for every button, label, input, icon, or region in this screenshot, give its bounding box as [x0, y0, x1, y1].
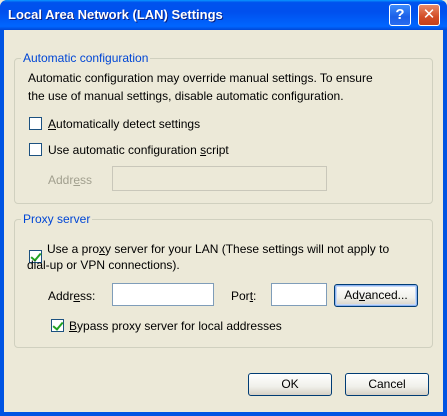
- close-icon: ✕: [422, 6, 436, 23]
- script-address-input[interactable]: [112, 166, 327, 191]
- auto-config-description-line2: the use of manual settings, disable auto…: [28, 89, 344, 103]
- use-config-script-label[interactable]: Use automatic configuration script: [48, 142, 229, 158]
- auto-config-description-line1: Automatic configuration may override man…: [28, 71, 373, 85]
- cancel-button[interactable]: Cancel: [345, 373, 429, 396]
- script-address-label: Address: [48, 173, 93, 187]
- use-proxy-label-line2[interactable]: dial-up or VPN connections).: [27, 257, 180, 273]
- dialog-body: Automatic configuration Automatic config…: [4, 30, 443, 412]
- ok-button[interactable]: OK: [248, 373, 332, 396]
- proxy-server-legend: Proxy server: [21, 212, 93, 226]
- auto-detect-checkbox[interactable]: [29, 117, 42, 130]
- window-title: Local Area Network (LAN) Settings: [8, 7, 223, 22]
- proxy-address-input[interactable]: [112, 283, 214, 306]
- close-button[interactable]: ✕: [418, 4, 440, 26]
- advanced-button[interactable]: Advanced...: [334, 284, 418, 307]
- bypass-local-checkbox[interactable]: [51, 319, 64, 332]
- automatic-configuration-legend: Automatic configuration: [21, 51, 151, 65]
- title-bar[interactable]: Local Area Network (LAN) Settings ? ✕: [0, 0, 447, 30]
- help-icon: ?: [395, 6, 405, 23]
- proxy-address-label: Address:: [48, 289, 96, 303]
- bypass-local-label[interactable]: Bypass proxy server for local addresses: [69, 318, 282, 334]
- help-button[interactable]: ?: [389, 4, 411, 26]
- proxy-port-input[interactable]: [271, 283, 327, 306]
- proxy-port-label: Port:: [231, 289, 257, 303]
- auto-detect-label[interactable]: Automatically detect settings: [48, 116, 200, 132]
- use-proxy-label-line1[interactable]: Use a proxy server for your LAN (These s…: [47, 241, 389, 257]
- use-config-script-checkbox[interactable]: [29, 143, 42, 156]
- lan-settings-dialog: Local Area Network (LAN) Settings ? ✕ Au…: [0, 0, 447, 416]
